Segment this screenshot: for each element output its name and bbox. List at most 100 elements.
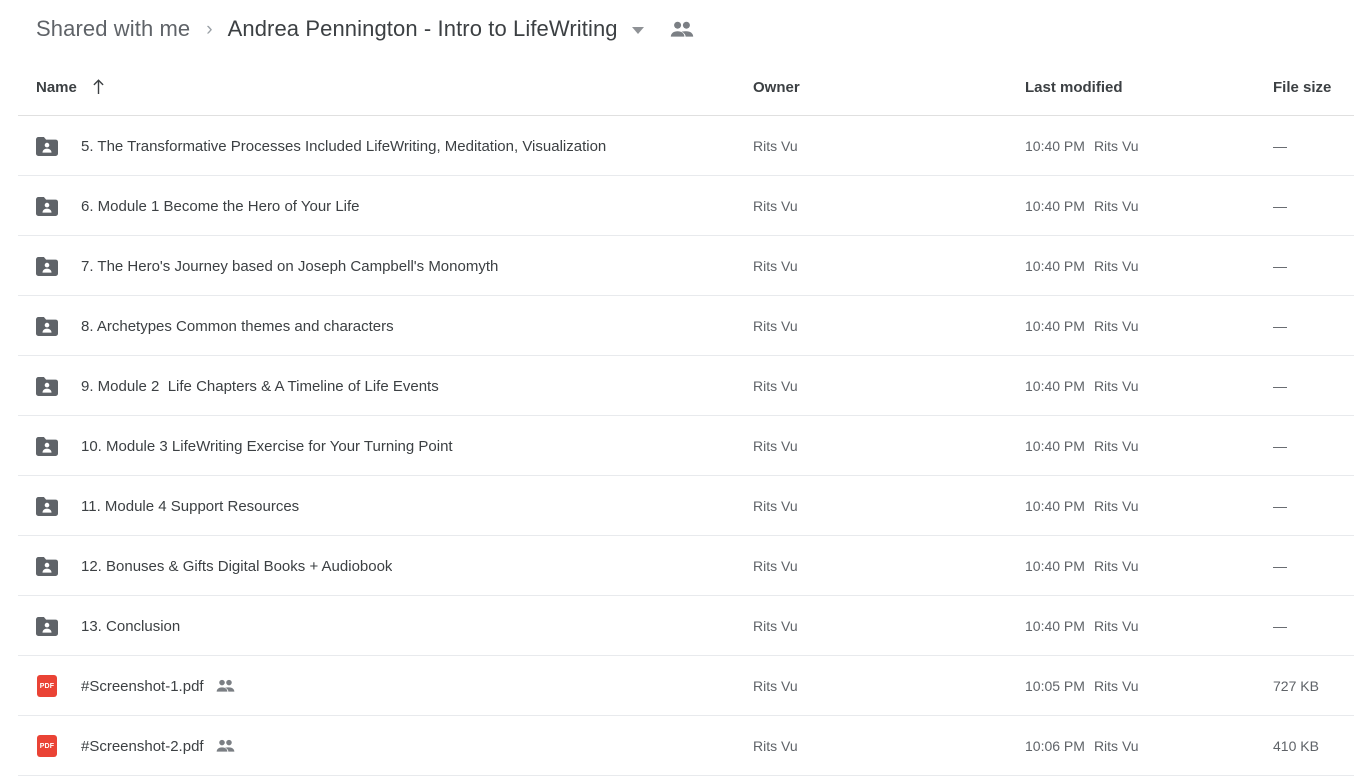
table-row[interactable]: 5. The Transformative Processes Included… <box>0 116 1367 176</box>
owner-cell: Rits Vu <box>753 198 798 214</box>
last-modified-cell: 10:40 PM Rits Vu <box>1025 618 1139 634</box>
file-size-cell: — <box>1273 318 1287 334</box>
shared-people-icon <box>216 679 235 693</box>
people-icon[interactable] <box>670 21 694 38</box>
file-name-cell[interactable]: PDF #Screenshot-1.pdf <box>36 675 235 697</box>
pdf-icon-label: PDF <box>39 682 55 690</box>
breadcrumb-shared-with-me[interactable]: Shared with me <box>36 16 190 42</box>
pdf-file-icon: PDF <box>36 735 58 757</box>
modified-time: 10:40 PM <box>1025 198 1085 214</box>
file-name-cell[interactable]: 8. Archetypes Common themes and characte… <box>36 316 394 336</box>
column-header-name[interactable]: Name <box>36 79 106 96</box>
drive-file-list-page: Shared with me › Andrea Pennington - Int… <box>0 0 1367 784</box>
column-header-file-size[interactable]: File size <box>1273 79 1331 96</box>
modified-by: Rits Vu <box>1093 738 1139 754</box>
shared-people-icon <box>216 739 235 753</box>
modified-time: 10:40 PM <box>1025 318 1085 334</box>
shared-folder-icon <box>36 376 58 396</box>
shared-folder-icon <box>36 616 58 636</box>
modified-time: 10:40 PM <box>1025 498 1085 514</box>
file-size-cell: — <box>1273 138 1287 154</box>
file-name-cell[interactable]: 11. Module 4 Support Resources <box>36 496 300 516</box>
table-row[interactable]: 6. Module 1 Become the Hero of Your Life… <box>0 176 1367 236</box>
file-name-label: 8. Archetypes Common themes and characte… <box>81 317 394 335</box>
last-modified-cell: 10:40 PM Rits Vu <box>1025 438 1139 454</box>
table-row[interactable]: 12. Bonuses & Gifts Digital Books + Audi… <box>0 536 1367 596</box>
breadcrumb-separator-icon: › <box>206 18 213 40</box>
file-name-cell[interactable]: 9. Module 2 Life Chapters & A Timeline o… <box>36 376 439 396</box>
file-size-cell: — <box>1273 258 1287 274</box>
shared-folder-icon <box>36 436 58 456</box>
shared-folder-icon <box>36 196 58 216</box>
modified-by: Rits Vu <box>1093 678 1139 694</box>
owner-cell: Rits Vu <box>753 138 798 154</box>
file-name-label: #Screenshot-1.pdf <box>81 677 204 695</box>
last-modified-cell: 10:40 PM Rits Vu <box>1025 378 1139 394</box>
owner-cell: Rits Vu <box>753 438 798 454</box>
last-modified-cell: 10:40 PM Rits Vu <box>1025 198 1139 214</box>
file-name-cell[interactable]: 12. Bonuses & Gifts Digital Books + Audi… <box>36 556 392 576</box>
last-modified-cell: 10:05 PM Rits Vu <box>1025 678 1139 694</box>
modified-by: Rits Vu <box>1093 558 1139 574</box>
file-name-label: 10. Module 3 LifeWriting Exercise for Yo… <box>81 437 453 455</box>
modified-time: 10:40 PM <box>1025 558 1085 574</box>
shared-folder-icon <box>36 136 58 156</box>
file-size-cell: — <box>1273 438 1287 454</box>
file-name-label: 13. Conclusion <box>81 617 181 635</box>
table-row[interactable]: PDF #Screenshot-1.pdf Rits Vu 10:05 PM Rits … <box>0 656 1367 716</box>
owner-cell: Rits Vu <box>753 618 798 634</box>
file-name-cell[interactable]: 7. The Hero's Journey based on Joseph Ca… <box>36 256 498 276</box>
table-row[interactable]: 7. The Hero's Journey based on Joseph Ca… <box>0 236 1367 296</box>
column-header-last-modified[interactable]: Last modified <box>1025 79 1123 96</box>
file-size-cell: — <box>1273 198 1287 214</box>
modified-by: Rits Vu <box>1093 318 1139 334</box>
file-size-cell: — <box>1273 498 1287 514</box>
owner-cell: Rits Vu <box>753 678 798 694</box>
table-row[interactable]: 11. Module 4 Support Resources Rits Vu 10:… <box>0 476 1367 536</box>
file-name-cell[interactable]: 10. Module 3 LifeWriting Exercise for Yo… <box>36 436 453 456</box>
modified-by: Rits Vu <box>1093 498 1139 514</box>
owner-cell: Rits Vu <box>753 558 798 574</box>
file-size-cell: 727 KB <box>1273 678 1319 694</box>
table-row[interactable]: 10. Module 3 LifeWriting Exercise for Yo… <box>0 416 1367 476</box>
file-name-cell[interactable]: 13. Conclusion <box>36 616 181 636</box>
table-row[interactable]: 9. Module 2 Life Chapters & A Timeline o… <box>0 356 1367 416</box>
file-name-label: 9. Module 2 Life Chapters & A Timeline o… <box>81 377 439 395</box>
owner-cell: Rits Vu <box>753 498 798 514</box>
column-header-owner[interactable]: Owner <box>753 79 800 96</box>
file-list-header: Name Owner Last modified File size <box>0 58 1367 116</box>
breadcrumb: Shared with me › Andrea Pennington - Int… <box>0 0 1367 58</box>
chevron-down-icon[interactable] <box>631 27 644 34</box>
file-name-label: #Screenshot-2.pdf <box>81 737 204 755</box>
file-list-body: 5. The Transformative Processes Included… <box>0 116 1367 776</box>
last-modified-cell: 10:40 PM Rits Vu <box>1025 318 1139 334</box>
modified-time: 10:40 PM <box>1025 258 1085 274</box>
arrow-up-icon <box>91 79 106 95</box>
modified-time: 10:40 PM <box>1025 378 1085 394</box>
shared-folder-icon <box>36 496 58 516</box>
modified-time: 10:40 PM <box>1025 438 1085 454</box>
pdf-icon-label: PDF <box>39 742 55 750</box>
file-name-label: 6. Module 1 Become the Hero of Your Life <box>81 197 360 215</box>
modified-time: 10:40 PM <box>1025 618 1085 634</box>
modified-by: Rits Vu <box>1093 618 1139 634</box>
owner-cell: Rits Vu <box>753 318 798 334</box>
modified-by: Rits Vu <box>1093 258 1139 274</box>
breadcrumb-current-folder[interactable]: Andrea Pennington - Intro to LifeWriting <box>228 16 618 42</box>
file-name-label: 11. Module 4 Support Resources <box>81 497 300 515</box>
modified-time: 10:06 PM <box>1025 738 1085 754</box>
table-row[interactable]: PDF #Screenshot-2.pdf Rits Vu 10:06 PM Rits … <box>0 716 1367 776</box>
modified-time: 10:40 PM <box>1025 138 1085 154</box>
file-name-cell[interactable]: 5. The Transformative Processes Included… <box>36 136 606 156</box>
modified-by: Rits Vu <box>1093 198 1139 214</box>
modified-by: Rits Vu <box>1093 438 1139 454</box>
modified-by: Rits Vu <box>1093 138 1139 154</box>
shared-folder-icon <box>36 316 58 336</box>
last-modified-cell: 10:40 PM Rits Vu <box>1025 138 1139 154</box>
last-modified-cell: 10:06 PM Rits Vu <box>1025 738 1139 754</box>
table-row[interactable]: 13. Conclusion Rits Vu 10:40 PM Rits Vu — <box>0 596 1367 656</box>
file-name-cell[interactable]: PDF #Screenshot-2.pdf <box>36 735 235 757</box>
file-name-cell[interactable]: 6. Module 1 Become the Hero of Your Life <box>36 196 360 216</box>
table-row[interactable]: 8. Archetypes Common themes and characte… <box>0 296 1367 356</box>
modified-by: Rits Vu <box>1093 378 1139 394</box>
